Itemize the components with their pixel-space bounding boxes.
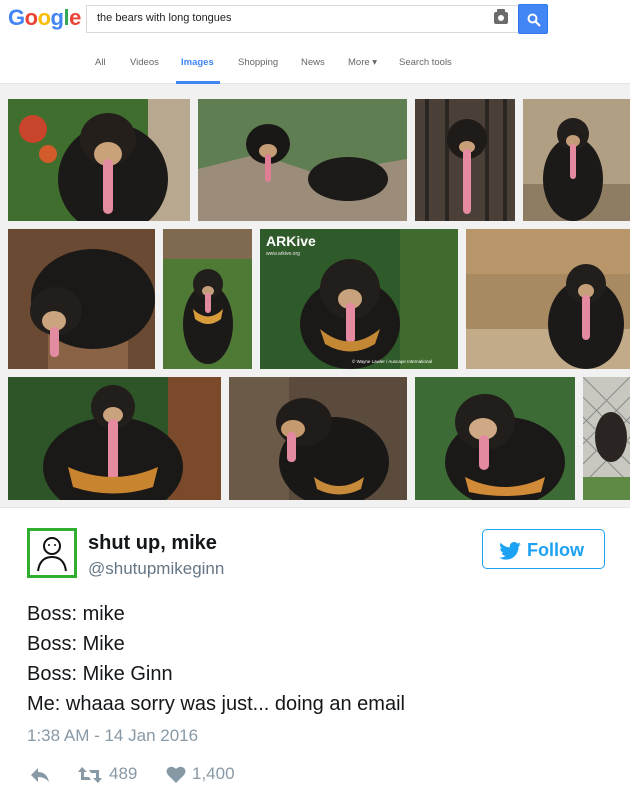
image-result[interactable] (8, 377, 221, 500)
tab-more[interactable]: More ▾ (348, 57, 377, 68)
google-logo[interactable]: Google (8, 6, 81, 30)
image-result[interactable] (8, 229, 155, 369)
follow-label: Follow (527, 540, 584, 560)
image-result[interactable] (8, 99, 190, 221)
tweet-text-line: Boss: mike (27, 603, 125, 625)
search-tabs: All Videos Images Shopping News More ▾ S… (0, 52, 630, 84)
like-count: 1,400 (192, 764, 235, 783)
retweet-count: 489 (109, 764, 138, 783)
logo-letter: g (50, 5, 64, 30)
search-icon (527, 13, 541, 27)
reply-icon[interactable] (29, 766, 51, 784)
bear-photo (466, 229, 630, 369)
image-result[interactable] (198, 99, 407, 221)
image-result[interactable] (523, 99, 630, 221)
twitter-bird-icon (499, 542, 521, 560)
tab-images[interactable]: Images (181, 57, 214, 68)
bear-photo (583, 377, 630, 500)
image-result[interactable] (415, 377, 575, 500)
tab-news[interactable]: News (301, 57, 325, 68)
bear-photo: ARKive www.arkive.org © Wayne Lawler / A… (260, 229, 458, 369)
logo-letter: e (69, 5, 81, 30)
bear-photo (415, 377, 575, 500)
bear-photo (163, 229, 252, 369)
tweet-text-line: Me: whaaa sorry was just... doing an ema… (27, 693, 405, 715)
tweet-timestamp[interactable]: 1:38 AM - 14 Jan 2016 (27, 726, 198, 746)
tweet-text-line: Boss: Mike (27, 633, 125, 655)
tweet-card: shut up, mike @shutupmikeginn Follow Bos… (0, 507, 630, 805)
logo-letter: o (24, 5, 38, 30)
google-image-search: Google the bears with long tongues All V… (0, 0, 630, 507)
display-name[interactable]: shut up, mike (88, 532, 217, 555)
user-handle[interactable]: @shutupmikeginn (88, 559, 224, 579)
bear-photo (8, 99, 190, 221)
arkive-url: www.arkive.org (266, 251, 300, 257)
image-result[interactable] (583, 377, 630, 500)
image-result[interactable] (415, 99, 515, 221)
bear-photo (415, 99, 515, 221)
image-result[interactable] (229, 377, 407, 500)
tab-videos[interactable]: Videos (130, 57, 159, 68)
avatar[interactable] (27, 528, 77, 578)
follow-button[interactable]: Follow (482, 529, 605, 569)
tab-shopping[interactable]: Shopping (238, 57, 278, 68)
bear-photo (8, 377, 221, 500)
tab-search-tools[interactable]: Search tools (399, 57, 452, 68)
bear-photo (8, 229, 155, 369)
active-tab-indicator (176, 81, 220, 84)
tab-all[interactable]: All (95, 57, 106, 68)
image-result[interactable] (163, 229, 252, 369)
user-icon (37, 537, 67, 572)
tweet-actions: 489 1,400 (27, 764, 327, 788)
search-header: Google the bears with long tongues All V… (0, 0, 630, 84)
image-result[interactable] (466, 229, 630, 369)
heart-icon[interactable] (166, 765, 186, 784)
bear-photo (229, 377, 407, 500)
retweet-icon[interactable] (77, 765, 103, 785)
camera-icon[interactable] (494, 9, 508, 24)
search-query: the bears with long tongues (97, 12, 232, 24)
tweet-text-line: Boss: Mike Ginn (27, 663, 173, 685)
search-input[interactable]: the bears with long tongues (86, 5, 518, 33)
bear-photo (198, 99, 407, 221)
logo-letter: o (37, 5, 51, 30)
image-result[interactable]: ARKive www.arkive.org © Wayne Lawler / A… (260, 229, 458, 369)
bear-photo (523, 99, 630, 221)
photo-credit: © Wayne Lawler / Auscape International (352, 358, 432, 364)
arkive-watermark: ARKive (266, 233, 316, 249)
logo-letter: G (8, 5, 25, 30)
search-button[interactable] (518, 4, 548, 34)
